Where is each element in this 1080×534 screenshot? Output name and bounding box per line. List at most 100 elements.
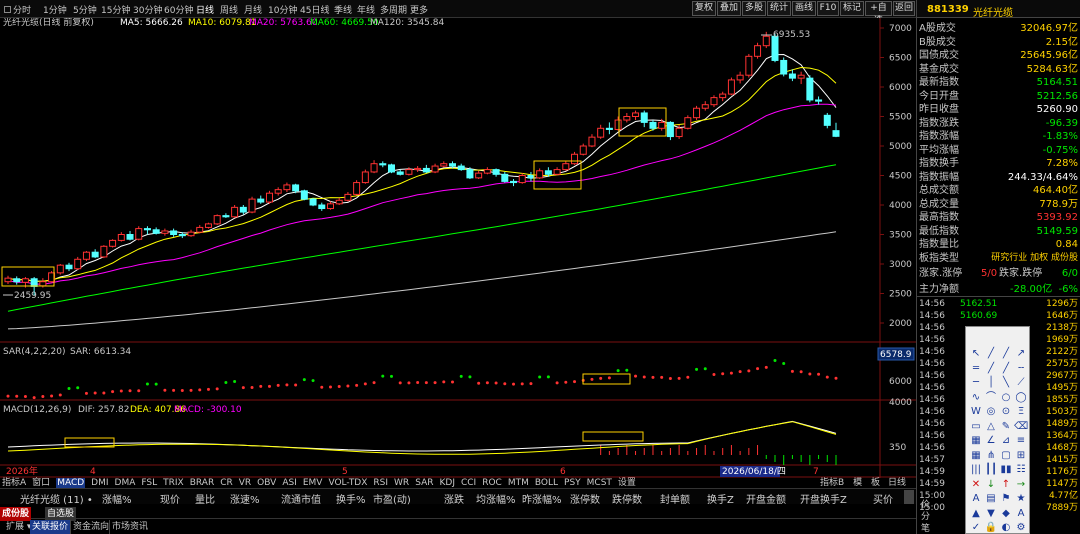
watchlist-tab[interactable]: 自选股 bbox=[45, 507, 77, 521]
constituents-tab[interactable]: 成份股 bbox=[0, 507, 32, 521]
indicator-tab[interactable]: SAR bbox=[415, 478, 433, 488]
cycle-icon[interactable]: ⊙ bbox=[999, 405, 1013, 418]
period-tab[interactable]: 30分钟 bbox=[133, 3, 162, 16]
indicator-tab[interactable]: KDJ bbox=[439, 478, 455, 488]
indicator-tab[interactable]: RSI bbox=[373, 478, 388, 488]
adjust-button[interactable]: 复权 bbox=[692, 1, 716, 16]
period-icon[interactable]: ▮▮ bbox=[999, 463, 1013, 476]
col-bid[interactable]: 买价 bbox=[873, 491, 893, 506]
arrow-line-icon[interactable]: ↗ bbox=[1014, 347, 1028, 360]
col-open-amount[interactable]: 开盘金额 bbox=[746, 491, 786, 506]
indicator-tab[interactable]: BRAR bbox=[190, 478, 214, 488]
indicator-tab[interactable]: VOL-TDX bbox=[328, 478, 367, 488]
parallel-icon[interactable]: ═ bbox=[969, 362, 983, 375]
col-seal[interactable]: 封单额 bbox=[660, 491, 690, 506]
gann-icon[interactable]: ▦ bbox=[969, 434, 983, 447]
multi-stock-button[interactable]: 多股 bbox=[742, 1, 766, 16]
col-change-pct[interactable]: 涨幅% bbox=[102, 491, 132, 506]
pitch-icon[interactable]: ⋔ bbox=[984, 449, 998, 462]
col-float-cap[interactable]: 流通市值 bbox=[281, 491, 321, 506]
mark-button[interactable]: 标记 bbox=[840, 1, 864, 16]
ray-icon[interactable]: ╱ bbox=[999, 347, 1013, 360]
segment-icon[interactable]: ╱ bbox=[999, 362, 1013, 375]
kline-chart[interactable]: 7000 6500 6000 5500 5000 4500 4000 3500 3000 2500… bbox=[0, 18, 916, 478]
arrow-right-icon[interactable]: → bbox=[1014, 478, 1028, 491]
text-icon[interactable]: A bbox=[969, 492, 983, 505]
angle-icon[interactable]: ∠ bbox=[984, 434, 998, 447]
arc-icon[interactable]: ⌒ bbox=[984, 391, 998, 404]
pencil-icon[interactable]: ✎ bbox=[999, 420, 1013, 433]
arrow-down-icon[interactable]: ↓ bbox=[984, 478, 998, 491]
f10-button[interactable]: F10 bbox=[817, 1, 839, 16]
back-button[interactable]: 返回 bbox=[893, 1, 915, 16]
check-icon[interactable]: ✓ bbox=[969, 521, 983, 534]
channel-icon[interactable]: ╱ bbox=[984, 362, 998, 375]
indicator-tab[interactable]: 窗口 bbox=[32, 478, 50, 488]
star-icon[interactable]: ★ bbox=[1014, 492, 1028, 505]
indicator-tab[interactable]: CR bbox=[220, 478, 233, 488]
measure-icon[interactable]: ⊞ bbox=[1014, 449, 1028, 462]
grid-icon[interactable]: ▦ bbox=[969, 449, 983, 462]
side-tab-price[interactable]: 价 bbox=[921, 497, 930, 510]
indicator-tab[interactable]: DMI bbox=[91, 478, 108, 488]
indicator-tab[interactable]: PSY bbox=[564, 478, 581, 488]
period-tab[interactable]: 月线 bbox=[244, 3, 262, 16]
down-arrow-icon[interactable]: ▼ bbox=[984, 507, 998, 520]
col-name[interactable]: 光纤光缆 (11) • bbox=[20, 491, 93, 506]
overlay-button[interactable]: 叠加 bbox=[717, 1, 741, 16]
period-tab-active[interactable]: 日线 bbox=[196, 3, 214, 16]
indicator-tab[interactable]: 指标A bbox=[2, 478, 26, 488]
period-tab[interactable]: 年线 bbox=[357, 3, 375, 16]
time-zones-icon[interactable]: ┃┃ bbox=[984, 463, 998, 476]
side-tab-trades[interactable]: 笔 bbox=[921, 521, 930, 534]
period-tab[interactable]: 5分钟 bbox=[73, 3, 97, 16]
col-pe[interactable]: 市盈(动) bbox=[373, 491, 411, 506]
board-tab[interactable]: 板 bbox=[871, 478, 880, 488]
col-turnover-z[interactable]: 换手Z bbox=[707, 491, 734, 506]
spiral-icon[interactable]: ◎ bbox=[984, 405, 998, 418]
period-tab[interactable]: 季线 bbox=[334, 3, 352, 16]
indicator-tab[interactable]: MTM bbox=[508, 478, 529, 488]
expand-link[interactable]: 扩展 ▾ bbox=[4, 520, 33, 534]
arrow-up-icon[interactable]: ↑ bbox=[999, 478, 1013, 491]
add-watchlist-button[interactable]: +自选 bbox=[865, 1, 892, 26]
period-tab[interactable]: 45日线 bbox=[300, 3, 329, 16]
note-icon[interactable]: ▤ bbox=[984, 492, 998, 505]
period-tab[interactable]: 多周期 bbox=[380, 3, 407, 16]
period-tab[interactable]: 更多 bbox=[410, 3, 428, 16]
period-tab[interactable]: 1分钟 bbox=[43, 3, 67, 16]
fib-icon[interactable]: Ξ bbox=[1014, 405, 1028, 418]
market-news-tab[interactable]: 市场资讯 bbox=[109, 520, 150, 534]
col-limit-down[interactable]: 跌停数 bbox=[612, 491, 642, 506]
indicator-tab[interactable]: OBV bbox=[257, 478, 276, 488]
mark-icon[interactable]: ◆ bbox=[999, 507, 1013, 520]
col-change[interactable]: 涨跌 bbox=[444, 491, 464, 506]
indicator-tab[interactable]: ASI bbox=[282, 478, 297, 488]
eraser-icon[interactable]: ⌫ bbox=[1014, 420, 1028, 433]
period-tab[interactable]: 分时 bbox=[4, 3, 31, 16]
indicator-tab[interactable]: 设置 bbox=[618, 478, 636, 488]
settings-icon[interactable]: ⚙ bbox=[1014, 521, 1028, 534]
col-vol-ratio[interactable]: 量比 bbox=[195, 491, 215, 506]
rect-icon[interactable]: ▭ bbox=[969, 420, 983, 433]
ladder-icon[interactable]: ☷ bbox=[1014, 463, 1028, 476]
col-avg-change[interactable]: 均涨幅% bbox=[476, 491, 516, 506]
indicator-tab[interactable]: FSL bbox=[141, 478, 157, 488]
indicator-tab[interactable]: TRIX bbox=[163, 478, 184, 488]
col-prev-change[interactable]: 昨涨幅% bbox=[522, 491, 562, 506]
fan-icon[interactable]: ⟋ bbox=[1014, 376, 1028, 389]
stats-button[interactable]: 统计 bbox=[767, 1, 791, 16]
up-arrow-icon[interactable]: ▲ bbox=[969, 507, 983, 520]
lock-icon[interactable]: 🔒 bbox=[984, 521, 998, 534]
trend-icon[interactable]: ╲ bbox=[999, 376, 1013, 389]
indicator-tab[interactable]: ROC bbox=[482, 478, 502, 488]
delete-icon[interactable]: ✕ bbox=[969, 478, 983, 491]
box-icon[interactable]: ▢ bbox=[999, 449, 1013, 462]
line-icon[interactable]: ╱ bbox=[984, 347, 998, 360]
triangle-icon[interactable]: △ bbox=[984, 420, 998, 433]
col-speed[interactable]: 涨速% bbox=[230, 491, 260, 506]
hline-icon[interactable]: ─ bbox=[969, 376, 983, 389]
draw-line-button[interactable]: 画线 bbox=[792, 1, 816, 16]
scrollbar[interactable] bbox=[904, 490, 914, 504]
period-tab[interactable]: 15分钟 bbox=[101, 3, 130, 16]
